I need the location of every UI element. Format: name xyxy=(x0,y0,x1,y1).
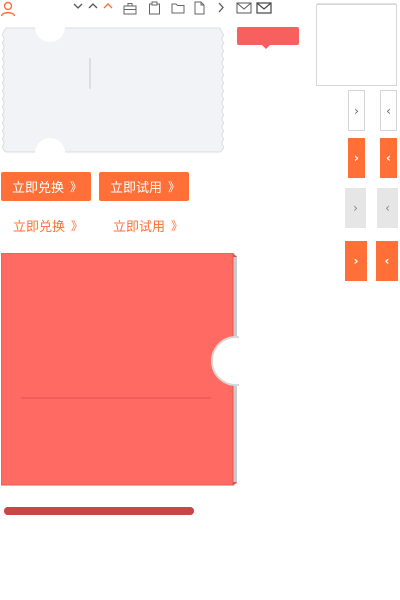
chevron-left-icon: ‹ xyxy=(385,201,390,215)
prev-button[interactable]: ‹ xyxy=(380,90,397,131)
chevron-left-icon: ‹ xyxy=(386,151,391,165)
file-icon[interactable] xyxy=(194,1,205,15)
trial-link-label: 立即试用 xyxy=(113,220,166,235)
progress-fill xyxy=(4,507,194,515)
next-button-orange[interactable]: › xyxy=(348,138,365,178)
progress-bar xyxy=(4,507,194,515)
chevron-right-icon: › xyxy=(353,254,359,268)
clipboard-icon[interactable] xyxy=(148,1,161,15)
trial-button[interactable]: 立即试用 》 xyxy=(99,172,189,201)
coupon-card-grey xyxy=(2,27,224,153)
folder-icon[interactable] xyxy=(171,2,185,14)
double-chevron-right-icon: 》 xyxy=(71,219,83,233)
trial-button-label: 立即试用 xyxy=(109,181,162,196)
redeem-link-label: 立即兑换 xyxy=(13,220,66,235)
coupon-card-red xyxy=(1,253,239,486)
tooltip-badge xyxy=(237,27,299,49)
chevron-up-icon[interactable] xyxy=(88,2,98,10)
chevron-left-icon: ‹ xyxy=(384,254,390,268)
next-button-orange-large[interactable]: › xyxy=(345,241,367,281)
prev-button-orange-large[interactable]: ‹ xyxy=(376,241,398,281)
prev-button-grey[interactable]: ‹ xyxy=(377,188,398,228)
chevron-left-icon: ‹ xyxy=(386,103,391,118)
chevron-up-active-icon[interactable] xyxy=(103,2,113,10)
user-icon[interactable] xyxy=(0,1,16,17)
briefcase-icon[interactable] xyxy=(123,2,137,15)
chevron-down-icon[interactable] xyxy=(73,2,83,10)
trial-link[interactable]: 立即试用 》 xyxy=(113,216,183,235)
double-chevron-right-icon: 》 xyxy=(171,219,183,233)
chevron-right-icon: › xyxy=(354,151,359,165)
mail-icon[interactable] xyxy=(236,2,252,14)
mail-open-icon[interactable] xyxy=(256,2,272,14)
chevron-right-icon: › xyxy=(353,201,358,215)
next-button[interactable]: › xyxy=(348,90,365,131)
chevron-right-icon: › xyxy=(354,103,359,118)
image-frame xyxy=(316,4,397,86)
redeem-link[interactable]: 立即兑换 》 xyxy=(13,216,83,235)
double-chevron-right-icon: 》 xyxy=(168,180,180,194)
redeem-button[interactable]: 立即兑换 》 xyxy=(1,172,91,201)
next-button-grey[interactable]: › xyxy=(345,188,366,228)
double-chevron-right-icon: 》 xyxy=(70,180,82,194)
redeem-button-label: 立即兑换 xyxy=(11,181,64,196)
chevron-right-icon[interactable] xyxy=(217,2,225,13)
prev-button-orange[interactable]: ‹ xyxy=(380,138,397,178)
